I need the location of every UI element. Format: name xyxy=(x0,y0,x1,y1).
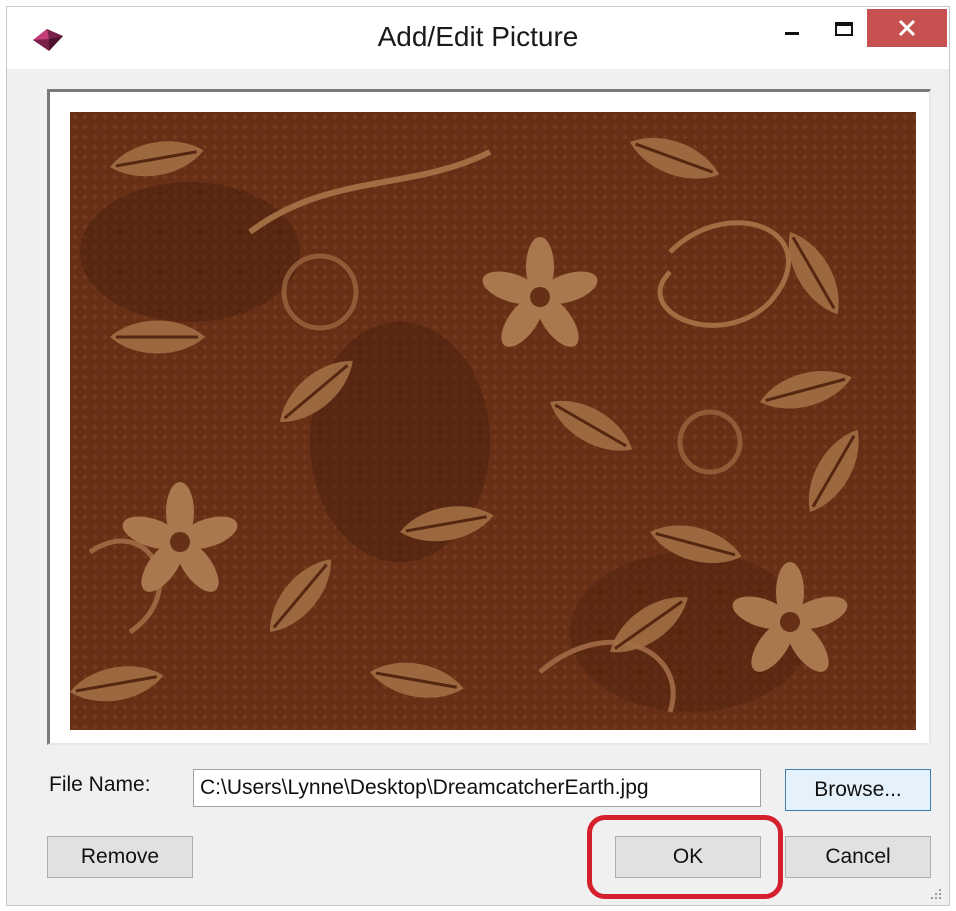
picture-preview-frame xyxy=(47,89,931,745)
file-name-label: File Name: xyxy=(49,773,151,796)
resize-grip-icon[interactable] xyxy=(929,887,943,901)
close-button[interactable] xyxy=(867,9,947,47)
picture-preview xyxy=(70,112,916,730)
remove-button[interactable]: Remove xyxy=(47,836,193,878)
maximize-icon xyxy=(835,22,853,36)
maximize-button[interactable] xyxy=(819,9,869,49)
add-edit-picture-dialog: Add/Edit Picture File Name: C:\Users\Lyn… xyxy=(6,6,950,906)
cancel-button[interactable]: Cancel xyxy=(785,836,931,878)
title-bar[interactable]: Add/Edit Picture xyxy=(7,7,949,69)
minimize-button[interactable] xyxy=(767,9,817,49)
browse-button[interactable]: Browse... xyxy=(785,769,931,811)
file-name-field[interactable] xyxy=(193,769,761,807)
ok-button[interactable]: OK xyxy=(615,836,761,878)
minimize-icon xyxy=(785,31,799,35)
close-icon xyxy=(898,19,916,37)
